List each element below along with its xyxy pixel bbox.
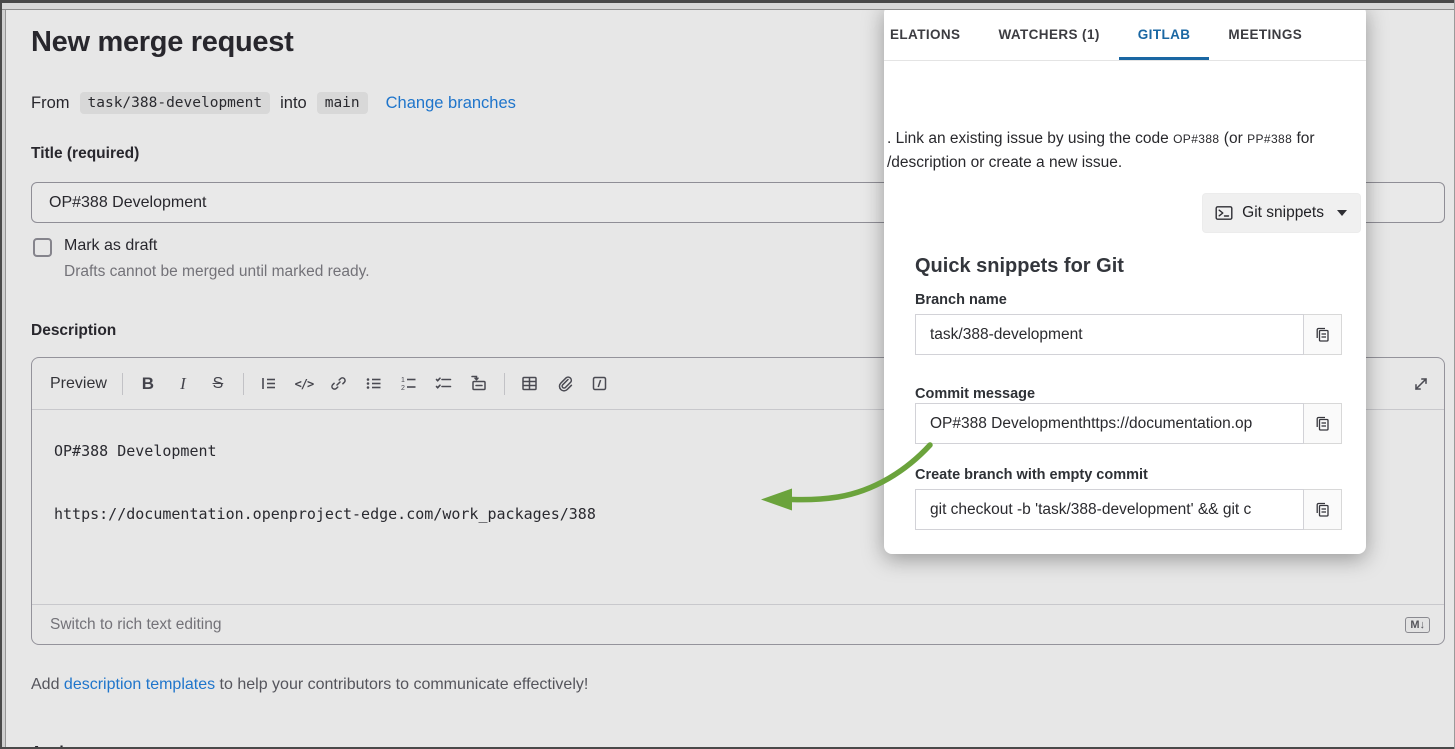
preview-tab[interactable]: Preview — [50, 375, 107, 393]
quote-icon[interactable] — [259, 373, 279, 395]
collapsible-section-icon[interactable] — [469, 373, 489, 395]
templates-hint-suffix: to help your contributors to communicate… — [215, 676, 588, 693]
window-border-top — [0, 0, 1455, 3]
toolbar-divider — [504, 373, 505, 395]
switch-rich-text-link[interactable]: Switch to rich text editing — [50, 616, 221, 634]
editor-footer: Switch to rich text editing M↓ — [32, 604, 1444, 644]
content-border-left — [5, 10, 6, 749]
create-branch-input[interactable]: git checkout -b 'task/388-development' &… — [915, 489, 1304, 530]
tab-gitlab[interactable]: GITLAB — [1119, 5, 1210, 60]
git-snippets-label: Git snippets — [1242, 204, 1324, 222]
bullet-list-icon[interactable] — [364, 373, 384, 395]
copy-create-branch-button[interactable] — [1304, 489, 1342, 530]
intro-line-1: . Link an existing issue by using the co… — [887, 127, 1352, 151]
strikethrough-icon[interactable]: S — [208, 373, 228, 395]
into-label: into — [280, 94, 307, 113]
commit-message-input[interactable]: OP#388 Developmenthttps://documentation.… — [915, 403, 1304, 444]
intro-text: for — [1292, 130, 1314, 147]
table-icon[interactable] — [520, 373, 540, 395]
intro-text: (or — [1220, 130, 1248, 147]
description-label: Description — [31, 322, 116, 340]
toolbar-divider — [122, 373, 123, 395]
intro-line-2: /description or create a new issue. — [887, 151, 1352, 175]
toolbar-divider — [243, 373, 244, 395]
templates-hint-prefix: Add — [31, 676, 64, 693]
branch-summary: From task/388-development into main Chan… — [31, 92, 516, 114]
tab-relations[interactable]: ELATIONS — [887, 5, 979, 60]
create-branch-label: Create branch with empty commit — [915, 467, 1148, 483]
window-chrome-strip — [0, 3, 1455, 10]
tab-meetings[interactable]: MEETINGS — [1209, 5, 1321, 60]
chevron-down-icon — [1337, 210, 1347, 216]
change-branches-link[interactable]: Change branches — [386, 94, 516, 113]
expand-editor-icon[interactable] — [1411, 373, 1431, 395]
branch-name-label: Branch name — [915, 292, 1007, 308]
title-field-label: Title (required) — [31, 145, 139, 163]
numbered-list-icon[interactable]: 12 — [399, 373, 419, 395]
copy-branch-name-button[interactable] — [1304, 314, 1342, 355]
description-templates-link[interactable]: description templates — [64, 676, 215, 693]
gitlab-tab-intro: . Link an existing issue by using the co… — [887, 127, 1352, 175]
mark-as-draft-label: Mark as draft — [64, 237, 157, 257]
tab-watchers[interactable]: WATCHERS (1) — [979, 5, 1118, 60]
svg-text:1: 1 — [401, 377, 405, 384]
popup-tabs: ELATIONS WATCHERS (1) GITLAB MEETINGS — [884, 5, 1366, 61]
draft-help-text: Drafts cannot be merged until marked rea… — [64, 263, 370, 281]
openproject-gitlab-popup: ELATIONS WATCHERS (1) GITLAB MEETINGS . … — [884, 5, 1366, 554]
op-code-ref: OP#388 — [1173, 132, 1219, 146]
italic-icon[interactable]: I — [173, 373, 193, 395]
from-label: From — [31, 94, 70, 113]
pp-code-ref: PP#388 — [1247, 132, 1292, 146]
terminal-icon — [1215, 204, 1233, 222]
target-branch-chip: main — [317, 92, 368, 114]
intro-text: . Link an existing issue by using the co… — [887, 130, 1173, 147]
task-list-icon[interactable] — [434, 373, 454, 395]
source-branch-chip: task/388-development — [80, 92, 271, 114]
git-snippets-button[interactable]: Git snippets — [1202, 193, 1361, 233]
quick-snippets-heading: Quick snippets for Git — [915, 255, 1124, 278]
mark-as-draft-checkbox[interactable] — [33, 238, 52, 257]
browser-viewport: New merge request From task/388-developm… — [0, 0, 1455, 749]
code-icon[interactable]: </> — [294, 373, 314, 395]
bold-icon[interactable]: B — [138, 373, 158, 395]
page-title: New merge request — [31, 26, 293, 59]
quick-actions-icon[interactable] — [590, 373, 610, 395]
markdown-supported-icon[interactable]: M↓ — [1405, 617, 1430, 633]
copy-commit-message-button[interactable] — [1304, 403, 1342, 444]
attachment-icon[interactable] — [555, 373, 575, 395]
templates-hint: Add description templates to help your c… — [31, 676, 588, 694]
window-border-left — [0, 0, 2, 749]
link-icon[interactable] — [329, 373, 349, 395]
svg-text:2: 2 — [401, 385, 405, 392]
commit-message-label: Commit message — [915, 386, 1035, 402]
branch-name-input[interactable]: task/388-development — [915, 314, 1304, 355]
